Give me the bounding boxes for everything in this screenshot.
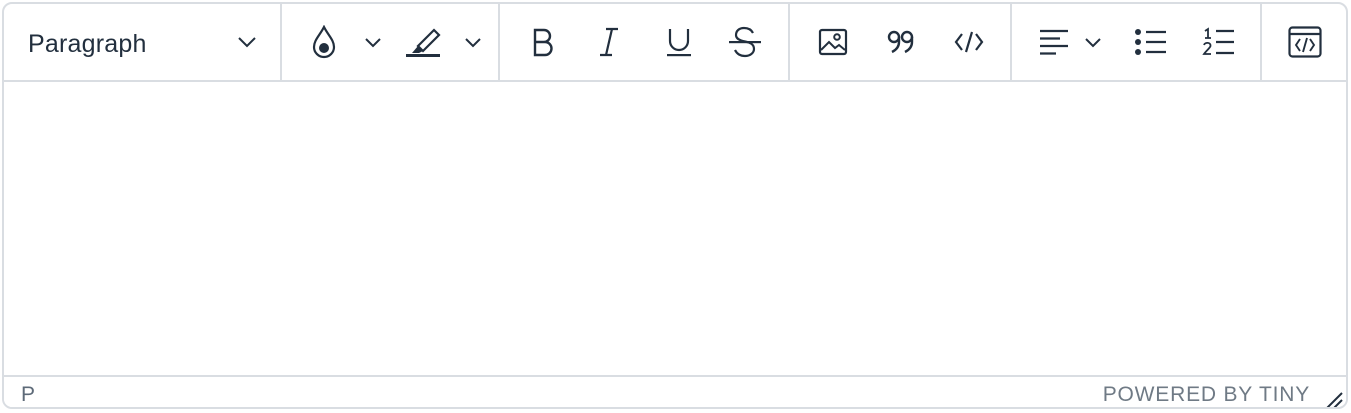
strikethrough-icon xyxy=(729,26,761,58)
align-left-icon xyxy=(1040,29,1068,55)
source-code-icon xyxy=(1288,26,1322,58)
blocks-dropdown-label: Paragraph xyxy=(28,30,147,58)
statusbar: P POWERED BY TINY xyxy=(4,375,1346,407)
toolbar-group-insert xyxy=(790,4,1012,80)
blocks-dropdown[interactable]: Paragraph xyxy=(4,4,280,80)
bold-button[interactable] xyxy=(520,4,566,80)
image-icon xyxy=(818,28,848,56)
toolbar-group-formatting xyxy=(500,4,790,80)
highlight-dropdown[interactable] xyxy=(458,4,488,80)
align-dropdown[interactable] xyxy=(1078,4,1108,80)
bullet-list-button[interactable] xyxy=(1128,4,1174,80)
italic-button[interactable] xyxy=(586,4,632,80)
align-button[interactable] xyxy=(1032,4,1076,80)
code-button[interactable] xyxy=(946,4,992,80)
toolbar-group-blocks: Paragraph xyxy=(4,4,282,80)
powered-by-link[interactable]: POWERED BY TINY xyxy=(1103,383,1310,407)
chevron-down-icon xyxy=(230,4,264,80)
rich-text-editor: Paragraph P POWERED BY TINY xyxy=(2,2,1348,409)
bullet-list-icon xyxy=(1135,29,1166,55)
editor-content-area[interactable] xyxy=(4,82,1346,375)
toolbar: Paragraph xyxy=(4,4,1346,82)
strikethrough-button[interactable] xyxy=(722,4,768,80)
toolbar-group-colors xyxy=(282,4,500,80)
text-color-button[interactable] xyxy=(304,4,344,80)
code-icon xyxy=(954,31,984,53)
toolbar-group-paragraph xyxy=(1012,4,1262,80)
quote-icon xyxy=(887,30,914,54)
toolbar-group-view xyxy=(1262,4,1346,80)
underline-button[interactable] xyxy=(656,4,702,80)
numbered-list-icon xyxy=(1202,27,1234,55)
blockquote-button[interactable] xyxy=(878,4,924,80)
highlight-icon xyxy=(406,28,441,57)
bold-icon xyxy=(533,28,553,57)
italic-icon xyxy=(600,27,618,57)
chevron-down-icon xyxy=(365,37,381,47)
text-color-icon xyxy=(312,25,336,59)
insert-image-button[interactable] xyxy=(810,4,856,80)
element-path[interactable]: P xyxy=(21,383,35,407)
chevron-down-icon xyxy=(465,37,481,47)
text-color-dropdown[interactable] xyxy=(358,4,388,80)
chevron-down-icon xyxy=(1085,37,1101,47)
underline-icon xyxy=(667,29,691,57)
resize-handle-icon[interactable] xyxy=(1322,390,1344,407)
source-code-button[interactable] xyxy=(1282,4,1328,80)
numbered-list-button[interactable] xyxy=(1196,4,1242,80)
highlight-button[interactable] xyxy=(400,4,448,80)
